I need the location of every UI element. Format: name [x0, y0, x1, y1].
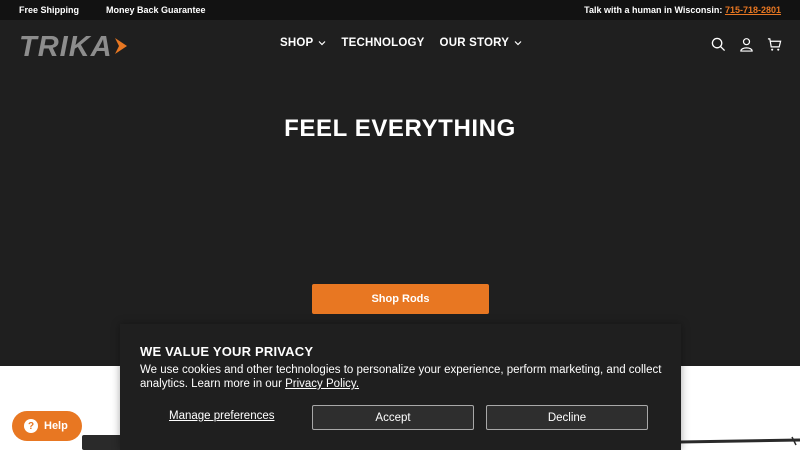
account-icon[interactable]	[739, 37, 754, 52]
header-icons	[711, 37, 782, 52]
logo-arrow-icon	[115, 38, 127, 54]
nav-shop-label: SHOP	[280, 37, 314, 49]
product-image-right	[680, 436, 800, 446]
main-nav: SHOP TECHNOLOGY OUR STORY	[280, 37, 522, 49]
talk-label: Talk with a human in Wisconsin:	[584, 5, 723, 15]
privacy-policy-link[interactable]: Privacy Policy.	[285, 378, 359, 390]
decline-button[interactable]: Decline	[486, 405, 648, 430]
shop-rods-button[interactable]: Shop Rods	[312, 284, 489, 314]
search-icon[interactable]	[711, 37, 726, 52]
product-image-left	[82, 435, 122, 450]
hero-title: FEEL EVERYTHING	[284, 115, 516, 142]
cookie-banner: WE VALUE YOUR PRIVACY We use cookies and…	[120, 324, 681, 450]
announcement-bar: Free Shipping Money Back Guarantee Talk …	[0, 0, 800, 20]
nav-technology-label: TECHNOLOGY	[341, 37, 425, 49]
trika-logo[interactable]: TRIKA	[19, 32, 161, 60]
manage-preferences-link[interactable]: Manage preferences	[169, 410, 274, 422]
logo-wordmark: TRIKA	[19, 32, 113, 60]
question-icon: ?	[24, 419, 38, 433]
chevron-down-icon	[514, 41, 522, 46]
nav-our-story[interactable]: OUR STORY	[440, 37, 523, 49]
free-shipping-text: Free Shipping	[19, 5, 80, 15]
topbar-contact: Talk with a human in Wisconsin: 715-718-…	[584, 5, 781, 15]
accept-button[interactable]: Accept	[312, 405, 474, 430]
nav-technology[interactable]: TECHNOLOGY	[341, 37, 424, 49]
money-back-text: Money Back Guarantee	[106, 5, 206, 15]
chevron-down-icon	[318, 41, 326, 46]
nav-shop[interactable]: SHOP	[280, 37, 326, 49]
cookie-text: We use cookies and other technologies to…	[140, 364, 662, 390]
cart-icon[interactable]	[767, 37, 782, 52]
cookie-description: We use cookies and other technologies to…	[140, 363, 665, 391]
phone-link[interactable]: 715-718-2801	[725, 5, 781, 15]
topbar-promos: Free Shipping Money Back Guarantee	[19, 5, 206, 15]
help-button[interactable]: ? Help	[12, 411, 82, 441]
nav-our-story-label: OUR STORY	[439, 37, 510, 49]
help-label: Help	[44, 420, 68, 432]
cookie-title: WE VALUE YOUR PRIVACY	[140, 344, 314, 359]
site-header: TRIKA SHOP TECHNOLOGY OUR STORY	[0, 20, 800, 70]
